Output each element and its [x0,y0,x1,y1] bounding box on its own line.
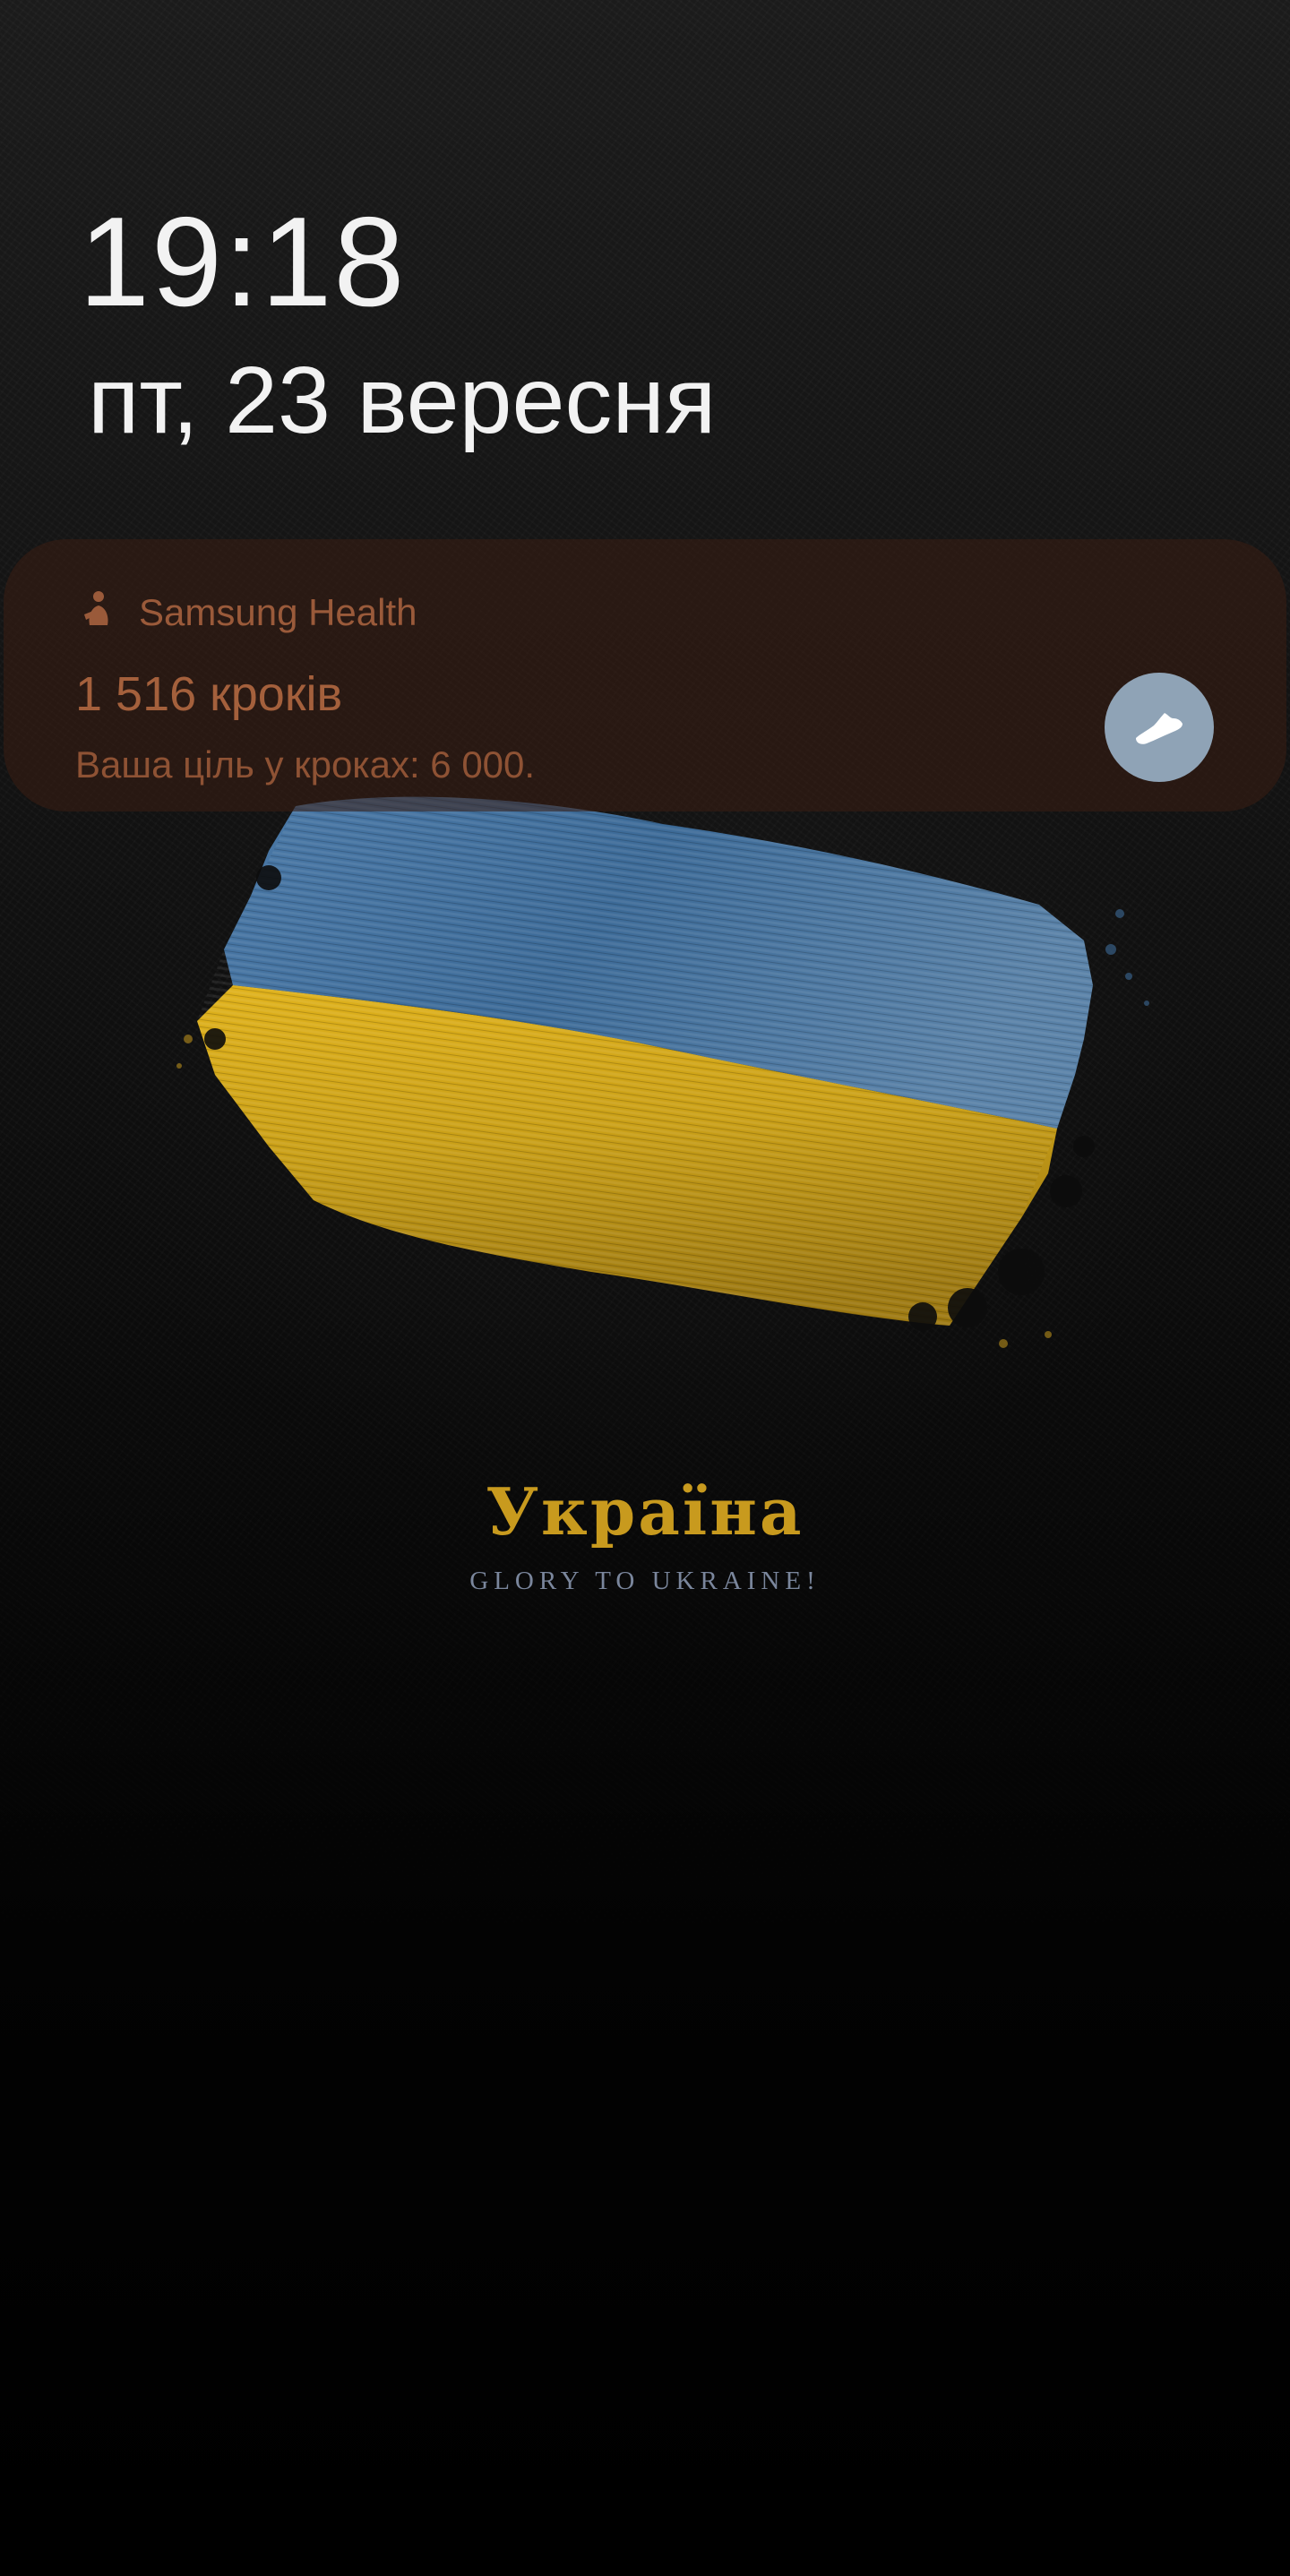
lockscreen-clock: 19:18 [79,191,407,333]
lockscreen-date: пт, 23 вересня [88,348,717,453]
notification-action-button[interactable] [1105,673,1214,782]
shoe-icon [1136,713,1182,744]
wallpaper-title: Україна [486,1473,804,1550]
wallpaper-subtitle: GLORY TO UKRAINE! [469,1567,821,1595]
notification-body: Ваша ціль у кроках: 6 000. [75,743,536,786]
ukraine-flag-brush-image [176,796,1149,1348]
samsung-health-runner-icon [84,591,108,625]
notification-title: 1 516 кроків [75,667,343,721]
notification-app-name: Samsung Health [139,591,417,633]
